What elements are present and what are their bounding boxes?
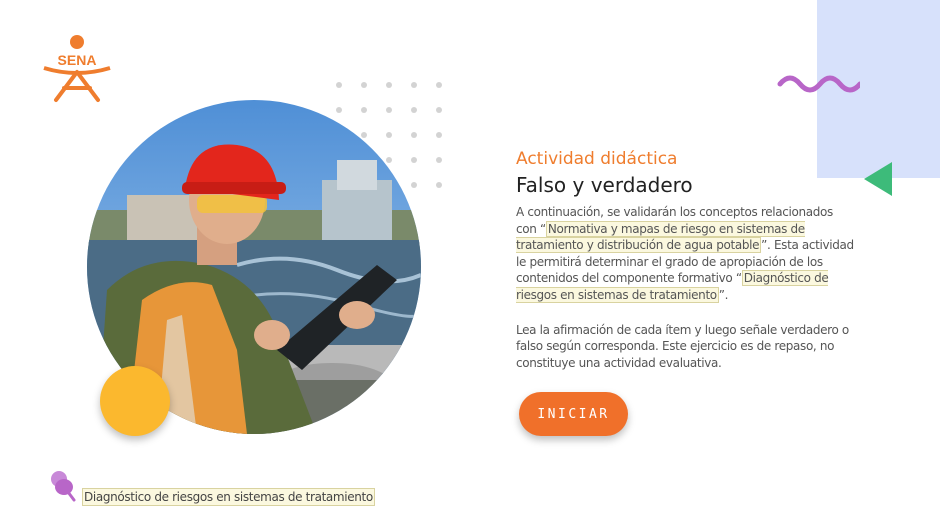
yellow-circle-decoration [100,366,170,436]
pushpin-icon [51,471,76,502]
footer-component-label: Diagnóstico de riesgos en sistemas de tr… [82,488,375,506]
triangle-decoration [864,162,892,196]
activity-description: A continuación, se validarán los concept… [516,204,856,304]
description-intro-3: ”. [718,287,729,302]
sena-logo: SENA [43,35,111,102]
activity-title: Falso y verdadero [516,173,693,197]
activity-instructions: Lea la afirmación de cada ítem y luego s… [516,322,849,370]
wave-decoration [777,75,860,93]
activity-subtitle: Actividad didáctica [516,149,678,169]
logo-text: SENA [58,52,97,68]
activity-content: Actividad didáctica Falso y verdadero A … [516,147,856,371]
start-button[interactable]: INICIAR [519,392,628,436]
